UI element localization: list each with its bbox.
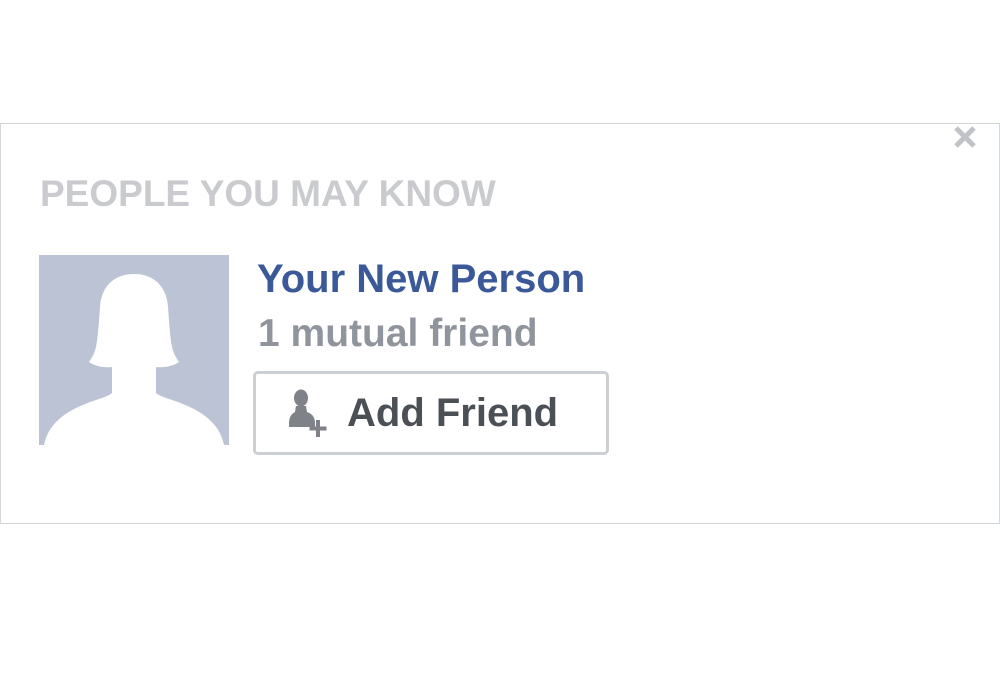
default-profile-silhouette-icon — [44, 274, 224, 445]
suggested-person-name[interactable]: Your New Person — [257, 257, 585, 301]
mutual-friends-count[interactable]: 1 mutual friend — [258, 313, 538, 355]
people-you-may-know-card: PEOPLE YOU MAY KNOW Your New Person 1 mu… — [0, 123, 1000, 524]
section-title: PEOPLE YOU MAY KNOW — [40, 173, 496, 214]
add-friend-icon — [288, 389, 332, 437]
close-icon[interactable] — [950, 122, 980, 152]
add-friend-label: Add Friend — [347, 391, 559, 435]
add-friend-button[interactable]: Add Friend — [253, 371, 609, 455]
profile-avatar[interactable] — [39, 255, 229, 445]
